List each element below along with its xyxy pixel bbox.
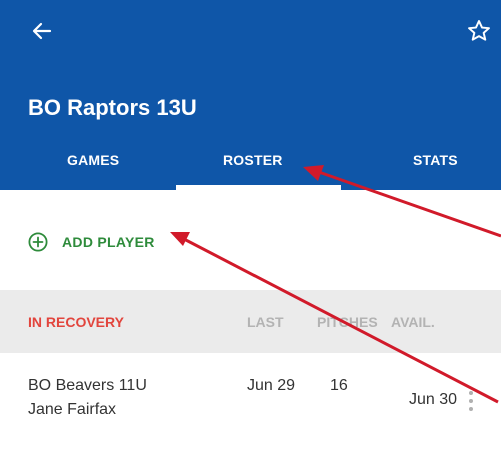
- row-team-name: BO Beavers 11U: [28, 377, 147, 394]
- tab-stats[interactable]: STATS: [413, 152, 458, 168]
- back-arrow-icon[interactable]: [30, 19, 54, 43]
- row-pitch-count: 16: [330, 377, 348, 394]
- more-vert-icon[interactable]: [467, 389, 475, 413]
- tab-roster[interactable]: ROSTER: [223, 152, 283, 168]
- column-header-last: LAST: [247, 314, 284, 330]
- player-row[interactable]: BO Beavers 11U Jane Fairfax Jun 29 16 Ju…: [0, 353, 501, 453]
- row-last-date: Jun 29: [247, 377, 296, 394]
- plus-circle-icon: [28, 232, 48, 252]
- row-player-name: Jane Fairfax: [28, 401, 117, 418]
- selected-tab-indicator: [176, 185, 341, 190]
- row-available-date: Jun 30: [409, 391, 458, 408]
- app-bar: BO Raptors 13U GAMES ROSTER STATS: [0, 0, 501, 190]
- column-header-avail: AVAIL.: [391, 314, 435, 330]
- page-title: BO Raptors 13U: [28, 95, 197, 120]
- add-player-label: ADD PLAYER: [62, 234, 155, 250]
- add-player-button[interactable]: ADD PLAYER: [28, 230, 155, 254]
- section-title: IN RECOVERY: [28, 314, 124, 330]
- section-header: IN RECOVERY LAST PITCHES AVAIL.: [0, 290, 501, 353]
- tab-games[interactable]: GAMES: [67, 152, 119, 168]
- column-header-pitches: PITCHES: [317, 314, 378, 330]
- star-icon[interactable]: [466, 18, 492, 44]
